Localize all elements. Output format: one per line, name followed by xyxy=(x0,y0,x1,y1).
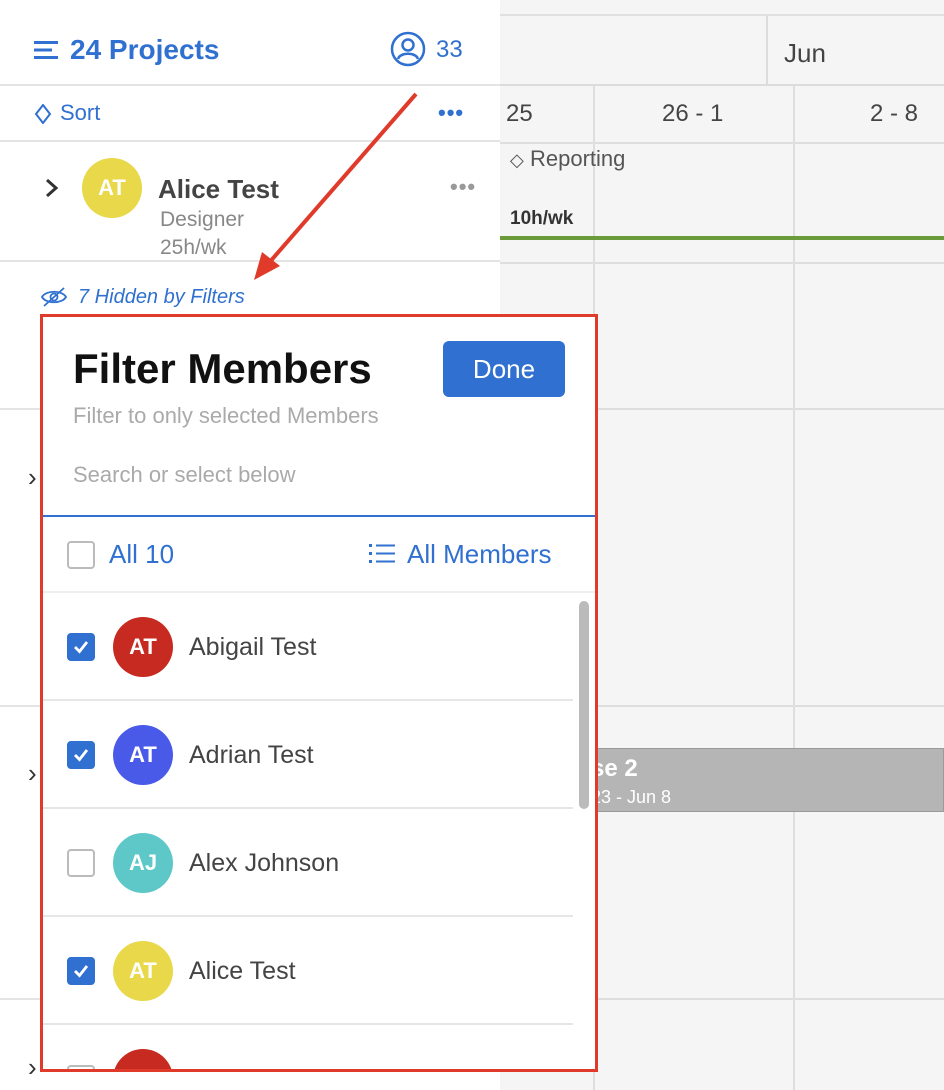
page-title[interactable]: 24 Projects xyxy=(70,34,219,66)
phase-dates: 23 - Jun 8 xyxy=(591,787,672,807)
member-row[interactable]: AT Alice Test Designer 25h/wk ••• xyxy=(0,142,500,262)
select-all-row: All 10 All Members xyxy=(43,517,595,593)
list-item[interactable] xyxy=(43,1025,573,1069)
avatar: AT xyxy=(113,941,173,1001)
avatar: AT xyxy=(113,617,173,677)
week-label: 25 xyxy=(506,100,533,127)
chevron-right-icon[interactable] xyxy=(42,176,62,200)
member-hours: 25h/wk xyxy=(160,236,227,259)
avatar: AT xyxy=(82,158,142,218)
user-circle-icon[interactable] xyxy=(390,31,426,67)
sidebar-header: 24 Projects 33 xyxy=(0,16,500,86)
task-label: Reporting xyxy=(529,146,626,171)
month-separator xyxy=(766,16,768,86)
avatar: AJ xyxy=(113,833,173,893)
timeline-month-row: Jun xyxy=(500,16,944,86)
task-hours: 10h/wk xyxy=(510,208,574,229)
sort-row: Sort ••• xyxy=(0,86,500,142)
all-members-dropdown[interactable]: All Members xyxy=(407,539,551,570)
more-options-icon[interactable]: ••• xyxy=(450,174,476,200)
member-checkbox[interactable] xyxy=(67,849,95,877)
list-item[interactable]: AT Adrian Test xyxy=(43,701,573,809)
select-all-checkbox[interactable] xyxy=(67,541,95,569)
workload-bar xyxy=(500,236,944,240)
search-input[interactable] xyxy=(73,453,573,497)
task-bar-reporting[interactable]: ◇ Reporting xyxy=(510,146,625,172)
member-name: Alex Johnson xyxy=(189,849,340,877)
member-role: Designer xyxy=(160,208,245,231)
chevron-right-icon[interactable]: › xyxy=(28,758,37,789)
chevron-right-icon[interactable]: › xyxy=(28,1052,37,1083)
month-label: Jun xyxy=(784,38,826,68)
list-icon[interactable] xyxy=(369,543,395,565)
phase-bar[interactable]: se 2 23 - Jun 8 xyxy=(590,748,944,812)
timeline-row-line xyxy=(500,262,944,264)
member-count[interactable]: 33 xyxy=(436,36,463,64)
done-button[interactable]: Done xyxy=(443,341,565,397)
member-checkbox[interactable] xyxy=(67,633,95,661)
member-list: AT Abigail Test AT Adrian Test AJ Alex J… xyxy=(43,593,595,1069)
member-name: Adrian Test xyxy=(189,741,314,769)
filter-members-popover: Filter Members Done Filter to only selec… xyxy=(40,314,598,1072)
chevron-right-icon[interactable]: › xyxy=(28,462,37,493)
member-checkbox[interactable] xyxy=(67,1065,95,1069)
scrollbar[interactable] xyxy=(579,601,589,809)
member-name: Abigail Test xyxy=(189,633,317,661)
popover-subtitle: Filter to only selected Members xyxy=(73,403,379,428)
member-name: Alice Test xyxy=(189,957,296,985)
week-label: 2 - 8 xyxy=(870,100,919,127)
sort-icon[interactable] xyxy=(34,104,52,124)
hidden-by-filters-link[interactable]: 7 Hidden by Filters xyxy=(0,262,500,322)
list-item[interactable]: AT Abigail Test xyxy=(43,593,573,701)
list-item[interactable]: AT Alice Test xyxy=(43,917,573,1025)
avatar: AT xyxy=(113,725,173,785)
diamond-icon: ◇ xyxy=(510,150,524,170)
select-all-label[interactable]: All 10 xyxy=(109,539,174,570)
popover-title: Filter Members xyxy=(73,345,372,392)
timeline-row-line xyxy=(500,142,944,144)
phase-name: se 2 xyxy=(591,755,638,782)
eye-slash-icon xyxy=(40,287,68,307)
list-item[interactable]: AJ Alex Johnson xyxy=(43,809,573,917)
sort-button[interactable]: Sort xyxy=(60,100,100,126)
more-options-icon[interactable]: ••• xyxy=(438,100,464,126)
menu-icon[interactable] xyxy=(34,38,58,62)
week-label: 26 - 1 xyxy=(662,100,724,127)
avatar xyxy=(113,1049,173,1069)
member-name: Alice Test xyxy=(158,174,279,204)
member-checkbox[interactable] xyxy=(67,741,95,769)
hidden-by-filters-label: 7 Hidden by Filters xyxy=(78,286,245,308)
member-checkbox[interactable] xyxy=(67,957,95,985)
